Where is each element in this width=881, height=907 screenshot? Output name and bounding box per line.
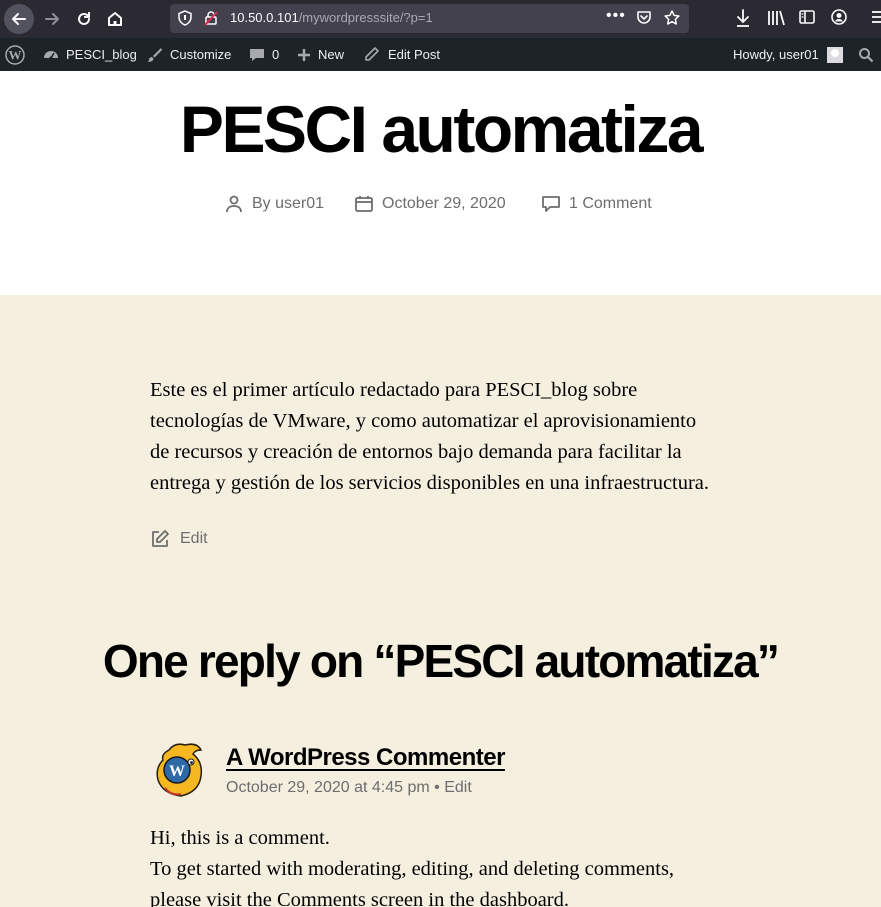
bookmark-star-icon[interactable] — [663, 9, 681, 32]
tracking-shield-icon[interactable] — [177, 10, 193, 31]
post-date-label[interactable]: October 29, 2020 — [382, 195, 506, 213]
account-icon[interactable] — [830, 8, 848, 31]
menu-icon[interactable] — [868, 8, 881, 31]
avatar — [826, 46, 843, 63]
edit-post-link[interactable]: Edit Post — [363, 38, 440, 71]
comment-line: please visit the Comments screen in the … — [150, 889, 570, 907]
page-title: PESCI automatiza — [179, 92, 704, 166]
reload-button[interactable] — [69, 4, 99, 34]
comment-author-link[interactable]: A WordPress Commenter — [226, 744, 505, 772]
howdy-label: Howdy, user01 — [733, 47, 819, 62]
post-line: de recursos y creación de entornos bajo … — [150, 441, 682, 463]
edit-icon — [152, 530, 169, 547]
insecure-lock-icon[interactable] — [203, 10, 219, 31]
browser-toolbar: 10.50.0.101/mywordpresssite/?p=1 ••• — [0, 0, 881, 38]
search-icon — [859, 47, 874, 62]
wp-admin-bar: W PESCI_blog Customize 0 New Edit Post H… — [0, 38, 881, 71]
commenter-avatar: W — [155, 742, 205, 800]
post-comments-label[interactable]: 1 Comment — [569, 195, 652, 213]
home-button[interactable] — [100, 4, 130, 34]
site-name-menu[interactable]: PESCI_blog — [42, 38, 137, 71]
comment-meta: October 29, 2020 at 4:45 pm • Edit — [226, 779, 472, 797]
back-button[interactable] — [4, 4, 34, 34]
post-line: tecnologías de VMware, y como automatiza… — [150, 410, 697, 432]
admin-search[interactable] — [858, 38, 874, 71]
person-icon — [226, 195, 242, 213]
post-paragraph: Este es el primer artículo redactado par… — [150, 375, 750, 499]
home-icon — [108, 12, 122, 26]
url-host: 10.50.0.101 — [230, 10, 299, 25]
new-label: New — [318, 47, 345, 62]
customize-label: Customize — [170, 47, 232, 62]
comment-line: To get started with moderating, editing,… — [150, 858, 675, 880]
site-name-label: PESCI_blog — [66, 47, 137, 62]
comments-link[interactable]: 0 — [248, 38, 279, 71]
dashboard-icon — [44, 50, 58, 60]
arrow-right-icon — [45, 13, 59, 25]
wp-logo-menu[interactable]: W — [5, 38, 25, 71]
new-content-menu[interactable]: New — [296, 38, 344, 71]
page-actions-button[interactable]: ••• — [606, 7, 626, 25]
post-line: Este es el primer artículo redactado par… — [150, 379, 638, 401]
post-header: PESCI automatiza By user01 October 29, 2… — [0, 71, 881, 295]
calendar-icon — [355, 196, 373, 212]
my-account-menu[interactable]: Howdy, user01 — [733, 38, 843, 71]
comment-edit-link[interactable]: Edit — [444, 779, 472, 796]
forward-button[interactable] — [37, 4, 67, 34]
edit-post-text[interactable]: Edit — [180, 530, 208, 548]
reload-icon — [78, 12, 90, 25]
comment-body: Hi, this is a comment. To get started wi… — [150, 823, 770, 907]
wordpress-logo-icon: W — [5, 44, 25, 65]
edit-post-button[interactable]: Edit — [150, 529, 208, 549]
arrow-left-icon — [12, 13, 26, 25]
paintbrush-icon — [147, 47, 162, 62]
svg-text:W: W — [169, 763, 185, 780]
downloads-icon[interactable] — [734, 8, 752, 33]
comments-title: One reply on “PESCI automatiza” — [102, 635, 780, 687]
comment-timestamp-link[interactable]: October 29, 2020 at 4:45 pm — [226, 779, 430, 796]
comment-meta-separator: • — [429, 779, 445, 796]
url-text[interactable]: 10.50.0.101/mywordpresssite/?p=1 — [230, 10, 433, 25]
post-line: entrega y gestión de los servicios dispo… — [150, 472, 710, 494]
url-path: /mywordpresssite/?p=1 — [298, 10, 433, 25]
comment-icon — [542, 196, 560, 212]
post-author-label[interactable]: By user01 — [252, 195, 324, 213]
comment-bubble-icon — [250, 48, 264, 61]
post-content: Este es el primer artículo redactado par… — [150, 375, 750, 499]
comment-line: Hi, this is a comment. — [150, 827, 330, 849]
url-bar[interactable]: 10.50.0.101/mywordpresssite/?p=1 ••• — [170, 4, 689, 33]
pocket-icon[interactable] — [635, 9, 653, 32]
post-date[interactable]: October 29, 2020 — [354, 192, 506, 216]
post-comments-link[interactable]: 1 Comment — [541, 192, 652, 216]
comments-count: 0 — [272, 47, 280, 62]
svg-text:W: W — [9, 47, 22, 62]
post-author[interactable]: By user01 — [224, 192, 324, 216]
library-icon[interactable] — [766, 8, 786, 33]
customize-link[interactable]: Customize — [146, 38, 231, 71]
pencil-icon — [365, 47, 379, 61]
plus-icon — [298, 48, 310, 61]
sidebar-icon[interactable] — [798, 8, 816, 31]
edit-post-label: Edit Post — [388, 47, 441, 62]
